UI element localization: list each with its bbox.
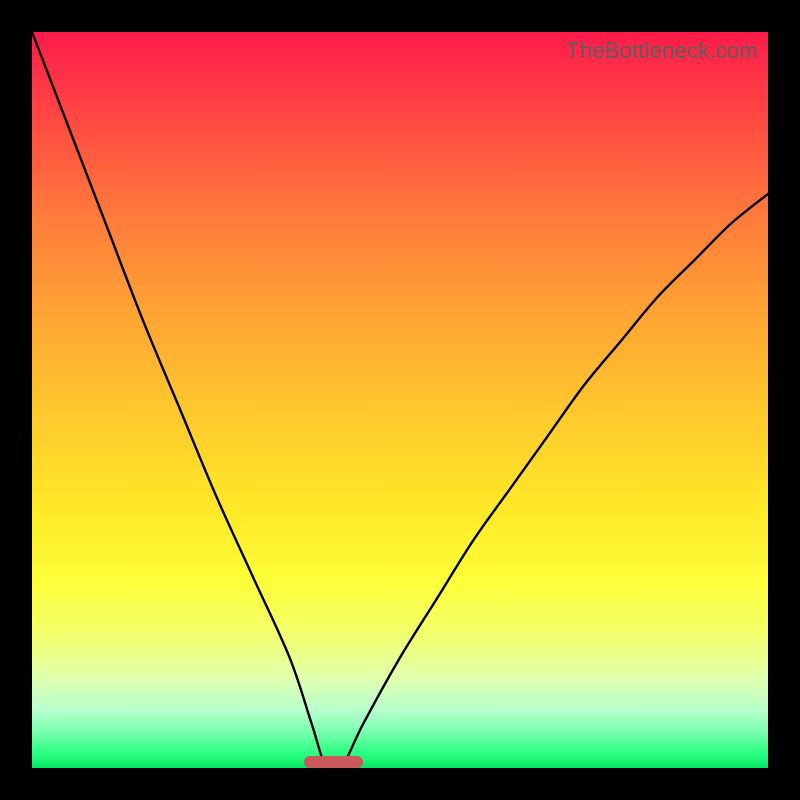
bottleneck-curve — [32, 32, 768, 768]
chart-frame: TheBottleneck.com — [0, 0, 800, 800]
watermark-text: TheBottleneck.com — [566, 38, 758, 64]
plot-area: TheBottleneck.com — [32, 32, 768, 768]
optimal-marker — [304, 756, 363, 768]
